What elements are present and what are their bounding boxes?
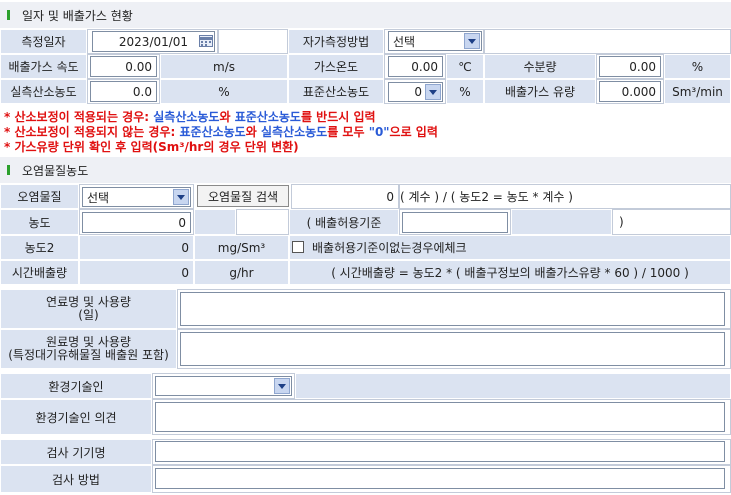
concentration-value: 0 [178,215,186,230]
engineer-label: 환경기술인 [0,373,152,399]
o2-label: 실측산소농도 [0,79,87,104]
moisture-label: 수분량 [484,54,596,79]
pollutant-select-value: 선택 [87,190,110,205]
std-o2-value: 0 [414,85,422,99]
notice-text: 으로 입력 [389,125,438,139]
flow-input[interactable]: 0.000 [599,81,661,102]
hourly-emission-unit: g/hr [194,260,289,285]
chevron-down-icon [274,378,290,394]
inspection-method-input[interactable] [155,468,725,489]
concentration2-label: 농도2 [0,235,79,260]
temp-unit: ℃ [446,54,484,79]
calendar-icon[interactable] [199,35,213,47]
std-o2-unit: % [446,79,484,104]
inspection-device-input[interactable] [155,441,725,462]
std-o2-select[interactable]: 0 [388,82,443,102]
fuel-textarea[interactable] [180,292,725,326]
moisture-unit: % [664,54,731,79]
engineer-opinion-label: 환경기술인 의견 [0,399,152,435]
concentration-label: 농도 [0,209,79,235]
notice-text: 와 [245,125,261,139]
speed-label: 배출가스 속도 [0,54,87,79]
flow-unit: Sm³/min [664,79,731,104]
row1-spacer [484,29,731,54]
date-spacer [218,29,288,54]
date-label: 측정일자 [0,29,87,54]
moisture-input[interactable]: 0.00 [599,56,661,77]
notice-highlight: 실측산소농도 [260,125,328,139]
pollutant-select[interactable]: 선택 [82,187,191,207]
moisture-value: 0.00 [629,59,656,74]
chevron-down-icon [464,33,480,49]
concentration-input[interactable]: 0 [82,212,191,233]
temp-input[interactable]: 0.00 [388,56,443,77]
section-bar-icon [7,10,10,20]
limit-close-label: ) [612,209,731,235]
hourly-emission-label: 시간배출량 [0,260,79,285]
pollutant-label: 오염물질 [0,184,79,209]
method-select[interactable]: 선택 [388,31,482,51]
engineer-select[interactable] [155,376,292,396]
no-limit-check-row: 배출허용기준이없는경우에체크 [289,235,731,260]
temp-value: 0.00 [411,59,438,74]
section-header-date-gas: 일자 및 배출가스 현황 [0,2,731,28]
notice-text: * 산소보정이 적용되는 경우: [4,110,154,124]
concentration2-value: 0 [79,235,194,260]
limit-open-label: ( 배출허용기준 [289,209,399,235]
fuel-label-line2: (일) [78,308,99,322]
count-formula: ( 계수 ) / ( 농도2 = 농도 * 계수 ) [399,184,731,209]
speed-unit: m/s [160,54,288,79]
section-header-pollutant: 오염물질농도 [0,157,731,183]
no-limit-checkbox[interactable] [292,241,304,253]
section-title: 오염물질농도 [22,164,89,178]
notice-highlight: 실측산소농도 [153,110,220,124]
temp-label: 가스온도 [288,54,384,79]
speed-input[interactable]: 0.00 [90,56,157,77]
notice-highlight: "0" [368,125,390,139]
concentration2-unit: mg/Sm³ [194,235,289,260]
fuel-label: 연료명 및 사용량 (일) [0,289,177,329]
no-limit-check-label: 배출허용기준이없는경우에체크 [312,241,467,255]
date-value: 2023/01/01 [118,34,189,49]
engineer-blank [295,373,731,399]
o2-unit: % [160,79,288,104]
date-input[interactable]: 2023/01/01 [92,31,215,52]
o2-input[interactable]: 0.0 [90,81,157,102]
section-bar-icon [7,165,10,175]
chevron-down-icon [425,84,441,100]
blank-cell [194,209,236,235]
inspection-method-label: 검사 방법 [0,465,152,493]
raw-material-textarea[interactable] [180,332,725,366]
flow-value: 0.000 [621,84,656,99]
engineer-opinion-textarea[interactable] [155,402,725,432]
pollutant-search-button[interactable]: 오염물질 검색 [197,185,289,207]
raw-label-line2: (특정대기유해물질 배출원 포함) [8,348,169,362]
limit-blank [511,209,612,235]
notice-highlight: 표준산소농도 [234,110,301,124]
std-o2-label: 표준산소농도 [288,79,384,104]
notice-text: 를 모두 [327,125,369,139]
flow-label: 배출가스 유량 [484,79,596,104]
limit-input[interactable] [402,212,508,233]
notice-text: * 산소보정이 적용되지 않는 경우: [4,125,180,139]
method-select-value: 선택 [393,34,416,49]
chevron-down-icon [173,189,189,205]
notice-text: 와 [219,110,235,124]
o2-value: 0.0 [132,84,152,99]
notice-text: 를 반드시 입력 [300,110,376,124]
notice-highlight: 표준산소농도 [179,125,246,139]
count-value: 0 [291,184,399,209]
notice-line-3: * 가스유량 단위 확인 후 입력(Sm³/hr의 경우 단위 변환) [4,140,299,154]
speed-value: 0.00 [125,59,152,74]
inspection-device-label: 검사 기기명 [0,439,152,465]
hourly-emission-value: 0 [79,260,194,285]
raw-material-label: 원료명 및 사용량 (특정대기유해물질 배출원 포함) [0,329,177,369]
method-label: 자가측정방법 [288,29,384,54]
blank-cell-white [236,209,289,235]
section-title: 일자 및 배출가스 현황 [22,9,133,23]
hourly-emission-formula: ( 시간배출량 = 농도2 * ( 배출구정보의 배출가스유량 * 60 ) /… [289,260,731,285]
